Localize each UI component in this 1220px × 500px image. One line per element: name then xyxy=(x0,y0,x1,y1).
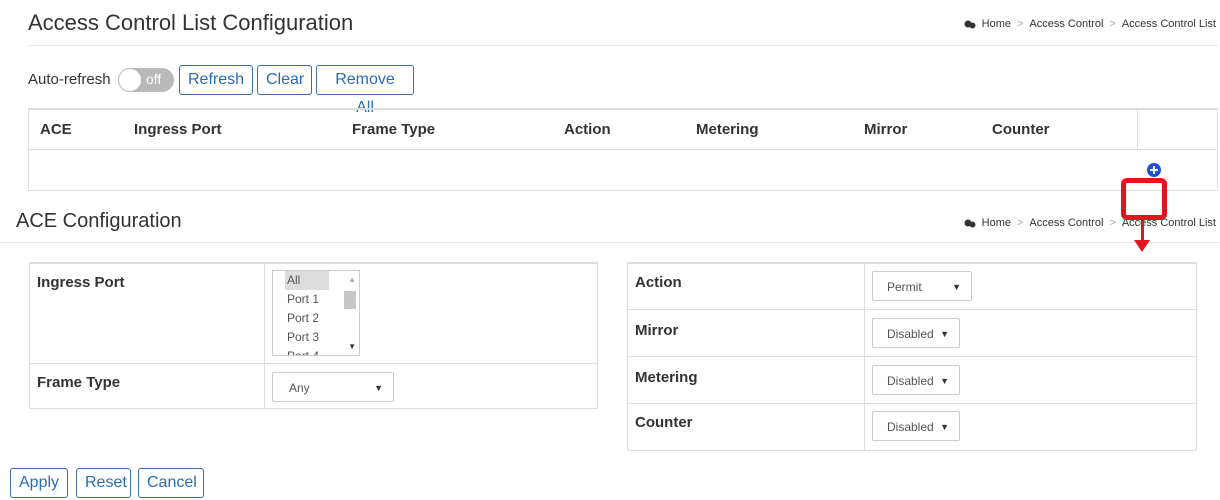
scroll-down-icon[interactable]: ▼ xyxy=(348,342,356,351)
dropdown-arrow-icon: ▼ xyxy=(940,422,949,432)
dropdown-arrow-icon: ▼ xyxy=(940,376,949,386)
home-icon xyxy=(964,20,976,28)
reset-button[interactable]: Reset xyxy=(76,468,131,498)
counter-select[interactable]: Disabled ▼ xyxy=(872,411,960,441)
frame-type-select[interactable]: Any ▼ xyxy=(272,372,394,402)
breadcrumb-home[interactable]: Home xyxy=(982,217,1011,229)
breadcrumb-separator: > xyxy=(1109,217,1116,229)
breadcrumb-access-control[interactable]: Access Control xyxy=(1029,217,1103,229)
column-header-actions xyxy=(1136,108,1218,150)
port-option[interactable]: Port 4 xyxy=(273,347,359,355)
ingress-port-label: Ingress Port xyxy=(37,274,125,291)
table-column-divider xyxy=(1137,108,1138,150)
ace-page-title: ACE Configuration xyxy=(16,210,182,232)
port-option[interactable]: Port 3 xyxy=(273,328,359,347)
toggle-knob xyxy=(118,68,142,92)
autorefresh-label: Auto-refresh xyxy=(28,71,111,88)
action-select[interactable]: Permit ▼ xyxy=(872,271,972,301)
counter-value: Disabled xyxy=(887,420,934,434)
column-header-metering: Metering xyxy=(684,108,852,150)
refresh-button[interactable]: Refresh xyxy=(179,65,253,95)
table-row xyxy=(28,149,1218,191)
ingress-port-listbox[interactable]: All Port 1 Port 2 Port 3 Port 4 ▲ ▼ xyxy=(272,270,360,356)
dropdown-arrow-icon: ▼ xyxy=(374,383,383,393)
frame-type-label: Frame Type xyxy=(37,374,121,391)
dropdown-arrow-icon: ▼ xyxy=(940,329,949,339)
remove-all-button[interactable]: Remove All xyxy=(316,65,414,116)
toggle-state-text: off xyxy=(146,71,162,87)
frame-type-value: Any xyxy=(289,381,310,395)
column-header-mirror: Mirror xyxy=(852,108,980,150)
action-value: Permit xyxy=(887,280,922,294)
breadcrumb-separator: > xyxy=(1016,217,1024,229)
page-title: Access Control List Configuration xyxy=(28,10,354,35)
column-header-frame-type: Frame Type xyxy=(340,108,552,150)
mirror-value: Disabled xyxy=(887,327,934,341)
scroll-up-icon[interactable]: ▲ xyxy=(348,275,356,284)
column-header-counter: Counter xyxy=(980,108,1136,150)
scrollbar-thumb[interactable] xyxy=(344,291,356,309)
breadcrumb-separator: > xyxy=(1016,18,1024,30)
home-icon xyxy=(964,219,976,227)
breadcrumb-home[interactable]: Home xyxy=(982,18,1011,30)
metering-label: Metering xyxy=(635,369,698,386)
port-option-all[interactable]: All xyxy=(285,271,329,290)
port-option[interactable]: Port 2 xyxy=(273,309,359,328)
row-divider xyxy=(627,403,1197,404)
breadcrumb-separator: > xyxy=(1109,18,1116,30)
ace-breadcrumb: Home > Access Control > Access Control L… xyxy=(964,217,1216,229)
metering-value: Disabled xyxy=(887,374,934,388)
breadcrumb-access-control[interactable]: Access Control xyxy=(1029,18,1103,30)
dropdown-arrow-icon: ▼ xyxy=(952,282,961,292)
highlight-box xyxy=(1121,178,1167,220)
divider xyxy=(0,242,1220,243)
clear-button[interactable]: Clear xyxy=(257,65,312,95)
mirror-label: Mirror xyxy=(635,322,679,339)
autorefresh-toggle[interactable]: off xyxy=(118,68,174,92)
metering-select[interactable]: Disabled ▼ xyxy=(872,365,960,395)
column-header-ace: ACE xyxy=(28,108,122,150)
breadcrumb: Home > Access Control > Access Control L… xyxy=(964,18,1216,30)
acl-table: ACE Ingress Port Frame Type Action Meter… xyxy=(28,108,1218,191)
divider xyxy=(28,45,1218,46)
column-header-action: Action xyxy=(552,108,684,150)
table-header-row: ACE Ingress Port Frame Type Action Meter… xyxy=(28,108,1218,150)
table-border-right xyxy=(1217,108,1218,188)
row-divider xyxy=(627,356,1197,357)
counter-label: Counter xyxy=(635,414,693,431)
arrow-down-icon xyxy=(1134,240,1150,252)
column-header-ingress-port: Ingress Port xyxy=(122,108,340,150)
apply-button[interactable]: Apply xyxy=(10,468,68,498)
table-border-left xyxy=(28,108,29,188)
empty-cell xyxy=(28,149,1218,191)
row-divider xyxy=(627,309,1197,310)
action-label: Action xyxy=(635,274,682,291)
plus-circle-icon[interactable] xyxy=(1147,163,1161,177)
mirror-select[interactable]: Disabled ▼ xyxy=(872,318,960,348)
panel-column-divider xyxy=(264,262,265,409)
cancel-button[interactable]: Cancel xyxy=(138,468,204,498)
breadcrumb-access-control-list[interactable]: Access Control List xyxy=(1122,18,1216,30)
row-divider xyxy=(29,363,598,364)
